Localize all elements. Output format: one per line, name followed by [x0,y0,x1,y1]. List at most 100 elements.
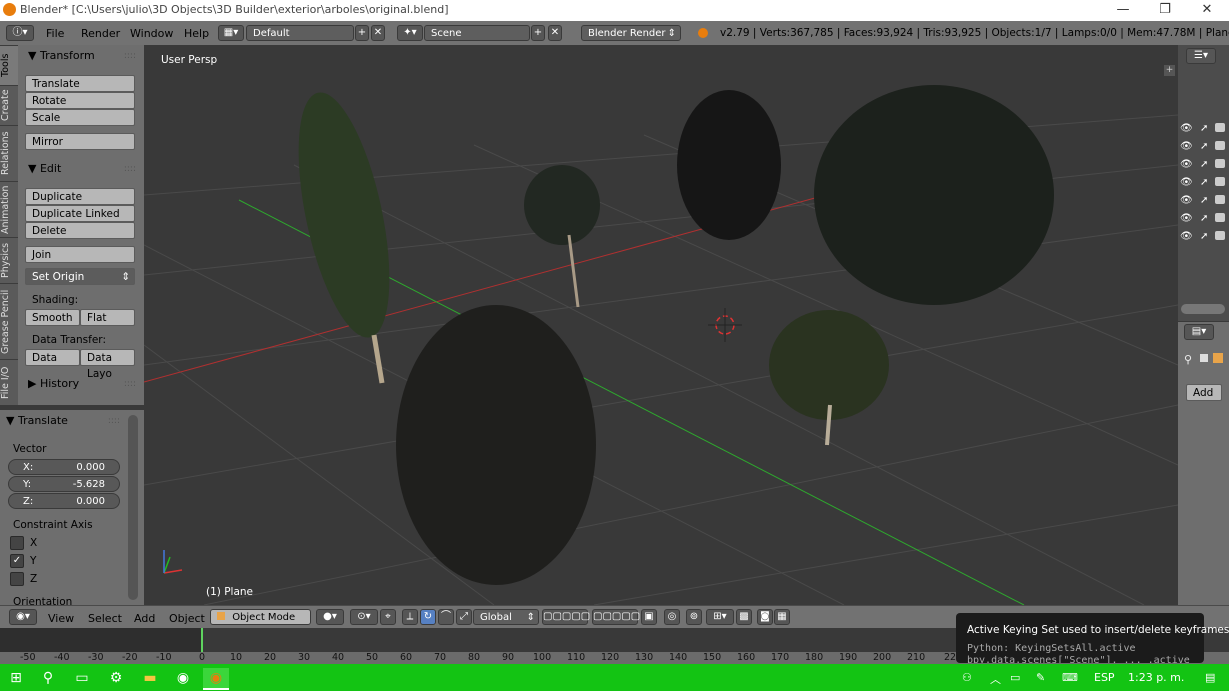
tab-physics[interactable]: Physics [0,237,18,283]
smooth-button[interactable]: Smooth [25,309,80,326]
opengl-render-icon[interactable]: ▩ [736,609,752,625]
close-button[interactable]: ✕ [1187,0,1227,21]
duplicate-linked-button[interactable]: Duplicate Linked [25,205,135,222]
input-language[interactable]: ESP [1094,671,1115,684]
tab-file-io[interactable]: File I/O [0,359,18,405]
visibility-eye-icon[interactable]: 👁 [1180,213,1193,224]
people-icon[interactable]: ⚇ [962,671,972,684]
scale-button[interactable]: Scale [25,109,135,126]
snap-toggle-icon[interactable]: ⊚ [686,609,702,625]
view-editor-type-icon[interactable]: ◉▾ [9,609,37,625]
manipulator-toggle-icon[interactable]: ⌖ [380,609,396,625]
properties-editor-type-icon[interactable]: ▤▾ [1184,324,1214,340]
menu-view[interactable]: View [48,612,74,625]
tab-animation[interactable]: Animation [0,181,18,237]
settings-gear-icon[interactable]: ⚙ [106,668,126,688]
modifier-cube-icon[interactable] [1213,353,1223,363]
proportional-edit-icon[interactable]: ◎ [664,609,680,625]
tree-dark[interactable] [677,90,781,240]
tree-palm-small[interactable] [524,165,600,308]
menu-help[interactable]: Help [184,27,209,40]
layers-grid-icon[interactable]: ▢▢▢▢▢ [542,609,590,625]
tab-grease-pencil[interactable]: Grease Pencil [0,283,18,359]
layers-grid-icon[interactable]: ▢▢▢▢▢ [592,609,640,625]
screen-layout-field[interactable]: Default [246,25,354,41]
visibility-eye-icon[interactable]: 👁 [1180,159,1193,170]
tree-palm-fan[interactable] [769,310,889,446]
join-button[interactable]: Join [25,246,135,263]
tab-create[interactable]: Create [0,85,18,125]
operator-panel-header[interactable]: ▼ Translate [6,414,68,427]
operator-scrollbar[interactable] [128,415,138,600]
lock-layers-icon[interactable]: ▣ [641,609,657,625]
tree-bush[interactable] [396,305,596,585]
select-arrow-icon[interactable]: ➚ [1200,231,1208,242]
pen-icon[interactable]: ✎ [1036,671,1045,684]
scene-field[interactable]: Scene [424,25,530,41]
grip-icon[interactable]: :::: [124,379,136,389]
pivot-point-icon[interactable]: ⊙▾ [350,609,378,625]
visibility-eye-icon[interactable]: 👁 [1180,177,1193,188]
chrome-browser-icon[interactable]: ◉ [173,668,193,688]
transform-panel-header[interactable]: ▼ Transform [28,49,95,62]
render-camera-icon[interactable] [1215,195,1225,204]
3d-cursor-icon[interactable] [708,308,742,342]
translate-manipulator-icon[interactable]: ⟂ [402,609,418,625]
keyboard-icon[interactable]: ⌨ [1062,671,1078,684]
task-view-icon[interactable]: ▭ [72,668,92,688]
visibility-eye-icon[interactable]: 👁 [1180,141,1193,152]
search-icon[interactable]: ⚲ [38,668,58,688]
data-transfer-button[interactable]: Data [25,349,80,366]
data-layout-button[interactable]: Data Layo [80,349,135,380]
orientation-select[interactable]: Global ⇕ [473,609,539,625]
tab-tools[interactable]: Tools [0,45,18,85]
minimize-button[interactable]: — [1103,0,1143,21]
select-arrow-icon[interactable]: ➚ [1200,123,1208,134]
tab-relations[interactable]: Relations [0,125,18,181]
edit-panel-header[interactable]: ▼ Edit [28,162,61,175]
render-camera-icon[interactable] [1215,159,1225,168]
vector-y-field[interactable]: Y: -5.628 [8,476,120,492]
render-camera-icon[interactable] [1215,177,1225,186]
grip-icon[interactable]: :::: [124,164,136,174]
select-arrow-icon[interactable]: ➚ [1200,177,1208,188]
screen-layout-icon[interactable]: ▦▾ [218,25,244,41]
visibility-eye-icon[interactable]: 👁 [1180,231,1193,242]
add-button[interactable]: Add [1186,384,1222,401]
render-engine-select[interactable]: Blender Render ⇕ [581,25,681,41]
scale-manipulator-icon[interactable]: ⌒ [438,609,454,625]
select-arrow-icon[interactable]: ➚ [1200,213,1208,224]
vector-z-field[interactable]: Z: 0.000 [8,493,120,509]
maximize-button[interactable]: ❐ [1145,0,1185,21]
start-windows-icon[interactable]: ⊞ [6,668,26,688]
scene-icon[interactable]: ✦▾ [397,25,423,41]
menu-file[interactable]: File [46,27,64,40]
show-hidden-icons-chevron-icon[interactable]: ︿ [990,671,1001,687]
grip-icon[interactable]: :::: [108,416,120,426]
outliner-scrollbar[interactable] [1181,304,1225,314]
battery-icon[interactable]: ▭ [1010,671,1020,684]
remove-scene-icon[interactable]: ✕ [548,25,562,41]
menu-render[interactable]: Render [81,27,120,40]
grip-icon[interactable]: :::: [124,51,136,61]
transform-orientation-icon[interactable]: ⤢ [456,609,472,625]
render-camera-icon[interactable] [1215,231,1225,240]
render-camera-button-icon[interactable]: ◙ [757,609,773,625]
render-camera-icon[interactable] [1215,141,1225,150]
notifications-icon[interactable]: ▤ [1205,671,1215,684]
history-panel-header[interactable]: ▶ History [28,377,79,390]
add-scene-icon[interactable]: + [531,25,545,41]
3d-viewport[interactable]: User Persp (1) Plane + [144,45,1178,605]
constraints-icon[interactable]: ⚲ [1184,353,1192,366]
rotate-manipulator-icon[interactable]: ↻ [420,609,436,625]
axis-x-checkbox[interactable] [10,536,24,550]
snap-element-icon[interactable]: ⊞▾ [706,609,734,625]
outliner-editor-type-icon[interactable]: ☰▾ [1186,48,1216,64]
flat-button[interactable]: Flat [80,309,135,326]
clock[interactable]: 1:23 p. m. [1128,671,1184,684]
select-arrow-icon[interactable]: ➚ [1200,141,1208,152]
remove-layout-icon[interactable]: ✕ [371,25,385,41]
axis-z-checkbox[interactable] [10,572,24,586]
file-explorer-icon[interactable]: ▬ [140,668,160,688]
blender-app-icon[interactable]: ◉ [203,668,229,690]
